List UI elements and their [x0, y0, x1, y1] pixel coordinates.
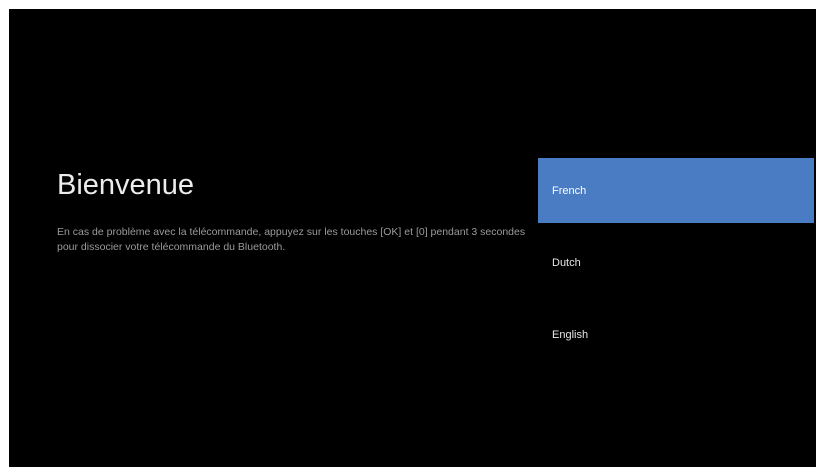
- remote-pairing-instructions: En cas de problème avec la télécommande,…: [57, 226, 526, 253]
- language-option-label: French: [552, 184, 587, 197]
- language-option-french[interactable]: French: [538, 158, 814, 223]
- brand-logo-fragment: [434, 9, 486, 17]
- language-option-english[interactable]: English: [538, 302, 814, 367]
- language-list: French Dutch English: [538, 158, 814, 374]
- welcome-title: Bienvenue: [57, 169, 195, 201]
- language-option-label: English: [552, 328, 589, 341]
- language-option-label: Dutch: [552, 256, 581, 269]
- tv-setup-screen: Bienvenue En cas de problème avec la tél…: [9, 9, 816, 467]
- language-option-dutch[interactable]: Dutch: [538, 230, 814, 295]
